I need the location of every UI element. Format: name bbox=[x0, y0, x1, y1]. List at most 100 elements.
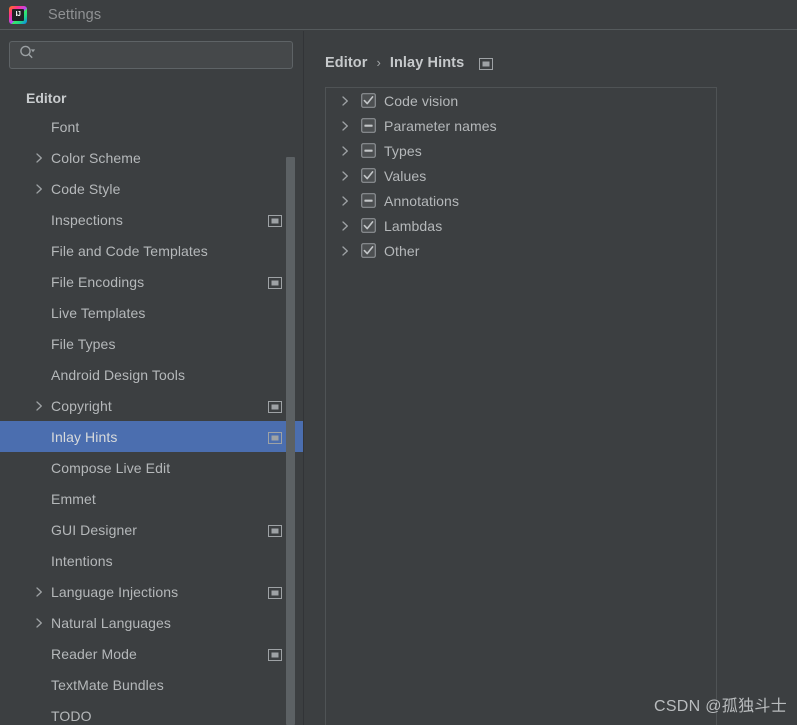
sidebar-item-font[interactable]: Font bbox=[0, 111, 304, 142]
project-scope-icon[interactable] bbox=[268, 214, 282, 227]
sidebar-item-file-encodings[interactable]: File Encodings bbox=[0, 266, 304, 297]
title-bar: IJ Settings bbox=[0, 0, 797, 30]
sidebar-item-copyright[interactable]: Copyright bbox=[0, 390, 304, 421]
sidebar-item-live-templates[interactable]: Live Templates bbox=[0, 297, 304, 328]
sidebar-item-label: Code Style bbox=[51, 180, 121, 197]
sidebar-item-emmet[interactable]: Emmet bbox=[0, 483, 304, 514]
sidebar-item-label: Language Injections bbox=[51, 583, 179, 600]
breadcrumb-current: Inlay Hints bbox=[389, 54, 465, 71]
checkbox-values[interactable] bbox=[361, 168, 376, 183]
settings-main-panel: Editor › Inlay Hints Code vision Paramete… bbox=[304, 31, 797, 725]
hint-group-row[interactable]: Other bbox=[326, 238, 716, 263]
sidebar-item-language-injections[interactable]: Language Injections bbox=[0, 576, 304, 607]
search-input[interactable] bbox=[36, 42, 292, 68]
sidebar-item-natural-languages[interactable]: Natural Languages bbox=[0, 607, 304, 638]
sidebar-item-label: TODO bbox=[51, 707, 92, 724]
sidebar-item-label: TextMate Bundles bbox=[51, 676, 164, 693]
sidebar-item-label: Emmet bbox=[51, 490, 96, 507]
sidebar-item-todo[interactable]: TODO bbox=[0, 700, 304, 725]
sidebar-item-code-style[interactable]: Code Style bbox=[0, 173, 304, 204]
sidebar-item-textmate-bundles[interactable]: TextMate Bundles bbox=[0, 669, 304, 700]
hint-group-label: Parameter names bbox=[384, 117, 497, 134]
sidebar-item-label: File and Code Templates bbox=[51, 242, 208, 259]
chevron-right-icon[interactable] bbox=[33, 152, 45, 164]
sidebar-item-label: Copyright bbox=[51, 397, 112, 414]
settings-dialog: IJ Settings Editor Font Color Scheme Code … bbox=[0, 0, 797, 725]
settings-sidebar: Editor Font Color Scheme Code Style Inspect… bbox=[0, 31, 304, 725]
chevron-right-icon[interactable] bbox=[33, 400, 45, 412]
sidebar-item-label: Font bbox=[51, 118, 80, 135]
checkbox-lambdas[interactable] bbox=[361, 218, 376, 233]
sidebar-item-reader-mode[interactable]: Reader Mode bbox=[0, 638, 304, 669]
settings-category-tree[interactable]: Editor Font Color Scheme Code Style Inspect… bbox=[0, 82, 304, 725]
sidebar-item-label: Natural Languages bbox=[51, 614, 172, 631]
hint-group-row[interactable]: Values bbox=[326, 163, 716, 188]
sidebar-item-label: File Types bbox=[51, 335, 116, 352]
hint-group-label: Annotations bbox=[384, 192, 460, 209]
chevron-right-icon[interactable] bbox=[338, 195, 352, 207]
chevron-right-icon[interactable] bbox=[33, 586, 45, 598]
sidebar-item-color-scheme[interactable]: Color Scheme bbox=[0, 142, 304, 173]
sidebar-item-label: Inlay Hints bbox=[51, 428, 118, 445]
search-box[interactable] bbox=[9, 41, 293, 69]
breadcrumb-parent[interactable]: Editor bbox=[325, 55, 368, 71]
sidebar-item-android-design-tools[interactable]: Android Design Tools bbox=[0, 359, 304, 390]
project-scope-icon[interactable] bbox=[479, 57, 494, 70]
window-title: Settings bbox=[48, 6, 102, 23]
sidebar-item-label: Color Scheme bbox=[51, 149, 141, 166]
chevron-right-icon[interactable] bbox=[338, 170, 352, 182]
chevron-right-icon[interactable] bbox=[338, 120, 352, 132]
hint-group-label: Other bbox=[384, 242, 420, 259]
chevron-right-icon[interactable] bbox=[33, 183, 45, 195]
sidebar-scrollbar-thumb[interactable] bbox=[286, 157, 295, 725]
checkbox-other[interactable] bbox=[361, 243, 376, 258]
watermark-text: CSDN @孤独斗士 bbox=[653, 698, 787, 715]
hint-group-row[interactable]: Annotations bbox=[326, 188, 716, 213]
chevron-right-icon[interactable] bbox=[338, 245, 352, 257]
hint-group-row[interactable]: Code vision bbox=[326, 88, 716, 113]
checkbox-types[interactable] bbox=[361, 143, 376, 158]
project-scope-icon[interactable] bbox=[268, 400, 282, 413]
inlay-hints-tree-panel[interactable]: Code vision Parameter names Types Values Ann… bbox=[325, 87, 717, 725]
sidebar-item-label: GUI Designer bbox=[51, 521, 138, 538]
breadcrumb-separator-icon: › bbox=[376, 55, 381, 70]
sidebar-item-list: Font Color Scheme Code Style Inspections Fil… bbox=[0, 111, 304, 725]
sidebar-group-editor: Editor bbox=[26, 90, 67, 106]
intellij-idea-logo-icon: IJ bbox=[9, 5, 27, 24]
sidebar-item-gui-designer[interactable]: GUI Designer bbox=[0, 514, 304, 545]
inlay-hints-list: Code vision Parameter names Types Values Ann… bbox=[326, 88, 716, 263]
sidebar-item-label: Intentions bbox=[51, 552, 113, 569]
hint-group-row[interactable]: Types bbox=[326, 138, 716, 163]
sidebar-item-intentions[interactable]: Intentions bbox=[0, 545, 304, 576]
sidebar-item-label: Live Templates bbox=[51, 304, 146, 321]
hint-group-row[interactable]: Lambdas bbox=[326, 213, 716, 238]
sidebar-item-label: Inspections bbox=[51, 211, 123, 228]
chevron-right-icon[interactable] bbox=[338, 145, 352, 157]
sidebar-item-label: Reader Mode bbox=[51, 645, 137, 662]
project-scope-icon[interactable] bbox=[268, 524, 282, 537]
chevron-right-icon[interactable] bbox=[33, 617, 45, 629]
hint-group-label: Code vision bbox=[384, 92, 459, 109]
chevron-right-icon[interactable] bbox=[338, 95, 352, 107]
project-scope-icon[interactable] bbox=[268, 648, 282, 661]
sidebar-item-label: Compose Live Edit bbox=[51, 459, 171, 476]
sidebar-item-file-types[interactable]: File Types bbox=[0, 328, 304, 359]
checkbox-annotations[interactable] bbox=[361, 193, 376, 208]
sidebar-item-inspections[interactable]: Inspections bbox=[0, 204, 304, 235]
search-icon bbox=[19, 45, 36, 65]
project-scope-icon[interactable] bbox=[268, 431, 282, 444]
search-area bbox=[0, 31, 304, 69]
sidebar-item-label: Android Design Tools bbox=[51, 366, 186, 383]
sidebar-item-inlay-hints[interactable]: Inlay Hints bbox=[0, 421, 304, 452]
checkbox-parameter-names[interactable] bbox=[361, 118, 376, 133]
project-scope-icon[interactable] bbox=[268, 276, 282, 289]
hint-group-label: Lambdas bbox=[384, 217, 443, 234]
hint-group-label: Values bbox=[384, 167, 427, 184]
hint-group-row[interactable]: Parameter names bbox=[326, 113, 716, 138]
project-scope-icon[interactable] bbox=[268, 586, 282, 599]
checkbox-code-vision[interactable] bbox=[361, 93, 376, 108]
chevron-right-icon[interactable] bbox=[338, 220, 352, 232]
hint-group-label: Types bbox=[384, 142, 422, 159]
sidebar-item-compose-live-edit[interactable]: Compose Live Edit bbox=[0, 452, 304, 483]
sidebar-item-file-and-code-templates[interactable]: File and Code Templates bbox=[0, 235, 304, 266]
